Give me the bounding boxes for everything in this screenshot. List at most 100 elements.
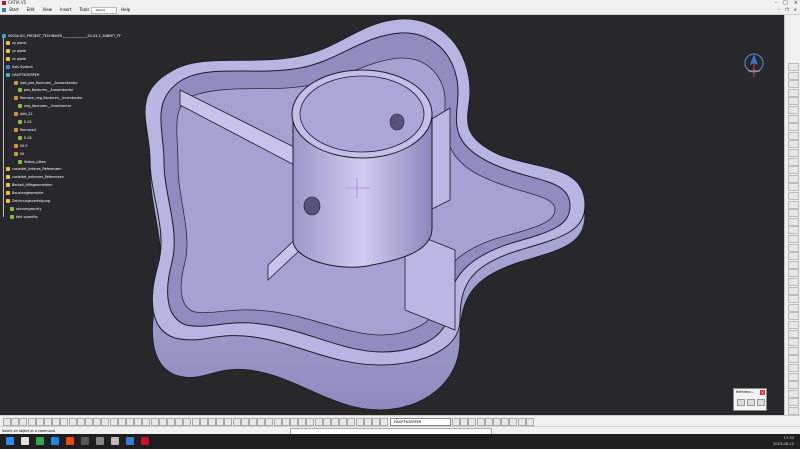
toolbar-button-icon[interactable] [452,418,460,426]
menu-help[interactable]: Help [121,6,130,14]
toolbar-button-icon[interactable] [109,418,118,426]
tool-button-icon[interactable] [788,131,799,140]
tree-node[interactable]: Baustengeometrie [6,190,43,196]
toolbar-button-icon[interactable] [126,418,134,426]
tree-node[interactable]: neg_Konturen__Innenkontur [18,103,71,109]
toolbar-button-icon[interactable] [517,418,526,426]
tool-button-icon[interactable] [788,243,799,252]
tool-button-icon[interactable] [788,372,799,381]
tool-button-icon[interactable] [788,80,799,89]
tree-node[interactable]: stuvsmgasrrtly [10,206,41,212]
tree-node[interactable]: cusleitet_externes_Referenzen [6,174,64,180]
tree-node[interactable]: Add_22 [14,111,33,117]
toolbar-button-icon[interactable] [208,418,216,426]
toolbar-button-icon[interactable] [509,418,518,426]
document-field[interactable]: ...zeiler] [91,7,117,14]
tool-button-icon[interactable] [788,329,799,338]
taskbar-app-icon[interactable] [111,437,119,445]
toolbar-button-icon[interactable] [27,418,36,426]
taskbar-app-icon[interactable] [81,437,89,445]
popup-btn-3[interactable] [757,399,765,406]
doc-minimize-icon[interactable]: – [778,6,780,14]
taskbar-app-icon[interactable] [51,437,59,445]
tree-node[interactable]: HAUPTKOERPER [6,72,39,78]
tree-root[interactable]: 0000A-KG_PROJEKT_TECHNIKER______________… [2,33,121,39]
taskbar-app-icon[interactable] [126,437,134,445]
taskbar-app-icon[interactable] [141,437,149,445]
toolbar-button-icon[interactable] [224,418,233,426]
start-menu-icon[interactable] [6,437,14,445]
toolbar-button-icon[interactable] [306,418,315,426]
toolbar-button-icon[interactable] [501,418,510,426]
compass-icon[interactable] [740,51,768,83]
workbench-icon[interactable] [2,8,6,12]
toolbar-button-icon[interactable] [93,418,102,426]
toolbar-button-icon[interactable] [240,418,249,426]
toolbar-button-icon[interactable] [460,418,469,426]
doc-close-icon[interactable]: × [794,6,797,14]
tree-node[interactable]: E-04 [18,135,32,141]
toolbar-button-icon[interactable] [265,418,274,426]
tree-node[interactable]: Remove4 [14,127,36,133]
tool-button-icon[interactable] [788,174,799,183]
tool-button-icon[interactable] [788,157,799,166]
tree-node[interactable]: E-02 [18,119,32,125]
popup-btn-2[interactable] [747,399,755,406]
tool-button-icon[interactable] [788,312,799,321]
tool-button-icon[interactable] [788,389,799,398]
tree-node[interactable]: Remove_neg_Konturen__Innenkontur [14,95,83,101]
toolbar-button-icon[interactable] [355,418,364,426]
menu-tools[interactable]: Tools [80,6,90,14]
toolbar-button-icon[interactable] [331,418,339,426]
toolbar-button-icon[interactable] [85,418,93,426]
tree-node[interactable]: Add_pos_Konturen__Aussenkontur [14,80,78,86]
toolbar-button-icon[interactable] [232,418,241,426]
toolbar-button-icon[interactable] [363,418,372,426]
tree-node[interactable]: zx plane [6,56,26,62]
tree-node[interactable]: pos_Konturen__Aussenkontur [18,87,74,93]
tool-button-icon[interactable] [788,97,799,106]
toolbar-button-icon[interactable] [150,418,159,426]
taskbar-app-icon[interactable] [36,437,44,445]
toolbar-button-icon[interactable] [19,418,28,426]
toolbar-button-icon[interactable] [35,418,44,426]
toolbar-button-icon[interactable] [372,418,380,426]
toolbar-button-icon[interactable] [339,418,348,426]
tool-button-icon[interactable] [788,200,799,209]
toolbar-button-icon[interactable] [493,418,501,426]
tool-button-icon[interactable] [788,407,799,415]
toolbar-button-icon[interactable] [199,418,208,426]
toolbar-button-icon[interactable] [3,418,11,426]
tool-button-icon[interactable] [788,235,799,243]
tool-button-icon[interactable] [788,226,799,235]
tree-node[interactable]: fakt quantity [10,214,38,220]
tool-button-icon[interactable] [788,381,799,390]
tool-button-icon[interactable] [788,71,799,80]
tool-button-icon[interactable] [788,166,799,175]
menu-view[interactable]: View [43,6,53,14]
toolbar-button-icon[interactable] [216,418,225,426]
tool-button-icon[interactable] [788,140,799,149]
toolbar-button-icon[interactable] [52,418,61,426]
tool-button-icon[interactable] [788,183,799,192]
toolbar-button-icon[interactable] [183,418,192,426]
popup-close-icon[interactable]: × [760,390,765,395]
toolbar-button-icon[interactable] [191,418,200,426]
tool-button-icon[interactable] [788,295,799,304]
toolbar-button-icon[interactable] [249,418,257,426]
toolbar-button-icon[interactable] [60,418,69,426]
doc-restore-icon[interactable]: ❐ [785,6,789,14]
tree-node[interactable]: Status_Lötes [18,159,46,165]
tool-button-icon[interactable] [788,303,799,312]
toolbar-button-icon[interactable] [525,418,534,426]
tool-button-icon[interactable] [788,321,799,329]
tool-button-icon[interactable] [788,63,799,71]
tool-button-icon[interactable] [788,252,799,261]
tool-button-icon[interactable] [788,192,799,200]
tree-node[interactable]: cusleitet_inderes_Referenzen [6,166,62,172]
tree-node[interactable]: E4 [14,151,24,157]
toolbar-button-icon[interactable] [101,418,110,426]
tool-button-icon[interactable] [788,398,799,407]
tree-node[interactable]: E4.9 [14,143,28,149]
toolbar-button-icon[interactable] [468,418,477,426]
